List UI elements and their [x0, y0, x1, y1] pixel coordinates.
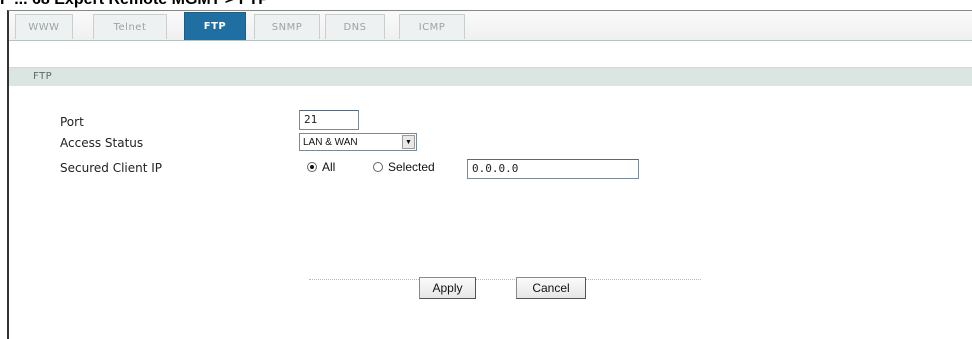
- cancel-button[interactable]: Cancel: [516, 277, 586, 299]
- radio-all-label: All: [322, 160, 336, 174]
- radio-all[interactable]: [307, 162, 317, 172]
- section-title: FTP: [9, 67, 972, 86]
- tab-snmp[interactable]: SNMP: [254, 14, 320, 39]
- tab-www[interactable]: WWW: [15, 14, 73, 39]
- radio-selected-label: Selected: [388, 160, 435, 174]
- secured-client-ip-label: Secured Client IP: [60, 161, 163, 175]
- tab-bar: WWW Telnet FTP SNMP DNS ICMP: [9, 11, 972, 41]
- remote-mgmt-panel: WWW Telnet FTP SNMP DNS ICMP FTP Port 21…: [7, 10, 972, 339]
- tab-icmp[interactable]: ICMP: [399, 14, 465, 39]
- port-label: Port: [60, 115, 84, 129]
- button-divider: [309, 279, 701, 280]
- port-input[interactable]: 21: [299, 110, 359, 130]
- secured-ip-input[interactable]: 0.0.0.0: [467, 159, 639, 179]
- radio-all-option[interactable]: All: [307, 160, 335, 174]
- figure-caption: F ... 68 Expert Remote MGMT > FTP: [0, 0, 972, 9]
- access-status-value: LAN & WAN: [303, 136, 358, 148]
- dropdown-arrow-icon[interactable]: ▼: [402, 135, 415, 149]
- access-status-label: Access Status: [60, 136, 144, 150]
- apply-button[interactable]: Apply: [419, 277, 476, 299]
- tab-dns[interactable]: DNS: [325, 14, 385, 39]
- tab-ftp[interactable]: FTP: [184, 12, 246, 40]
- access-status-select[interactable]: LAN & WAN ▼: [299, 133, 417, 151]
- radio-selected-option[interactable]: Selected: [373, 160, 435, 174]
- radio-selected[interactable]: [373, 162, 383, 172]
- tab-telnet[interactable]: Telnet: [93, 14, 167, 39]
